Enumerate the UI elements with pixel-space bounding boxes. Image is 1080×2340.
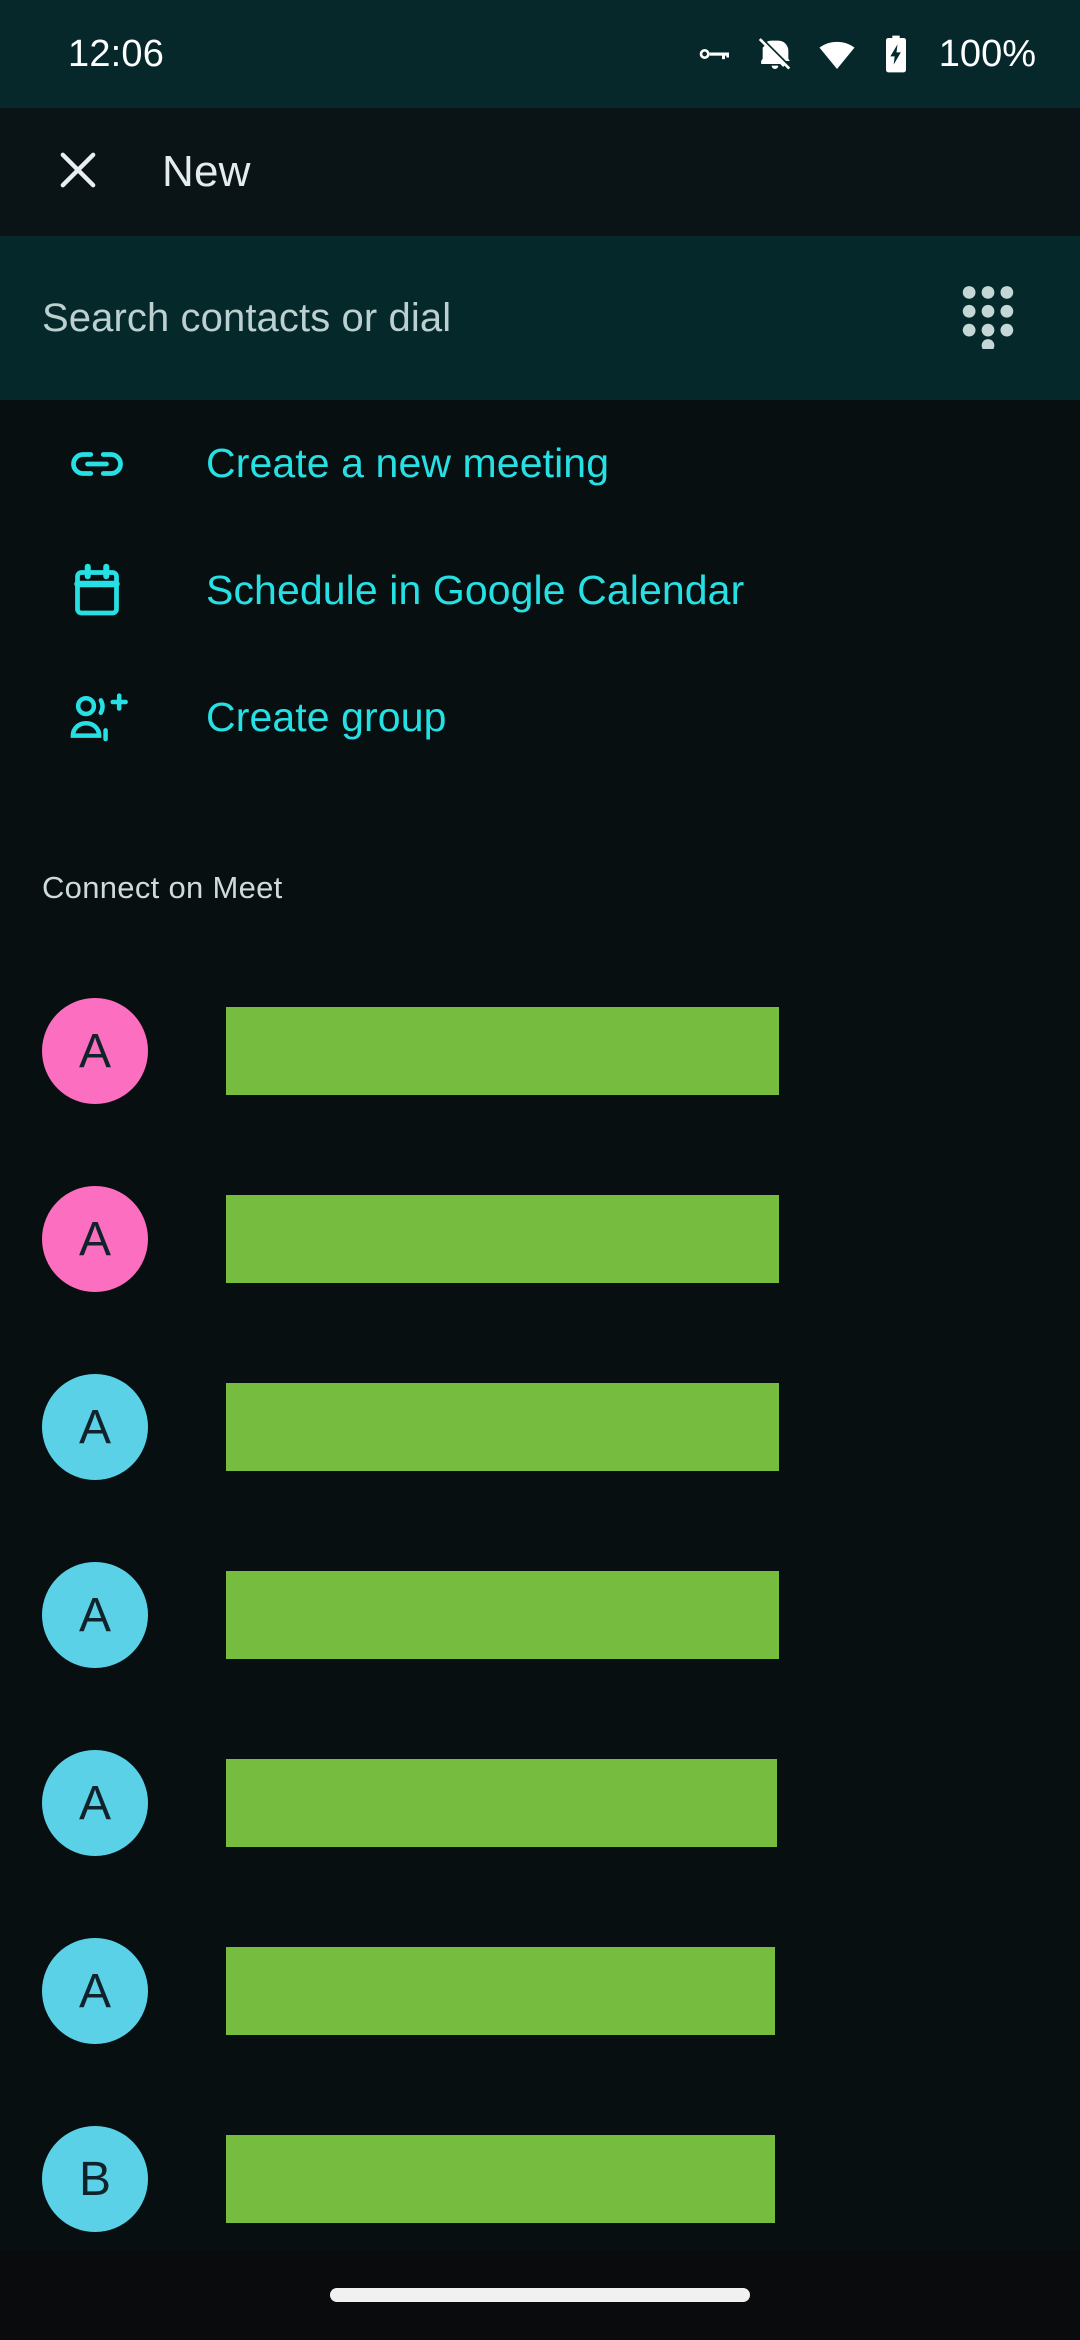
battery-charging-icon [879,34,913,74]
section-header-connect-on-meet: Connect on Meet [42,870,283,905]
avatar: A [42,1938,148,2044]
link-icon [66,433,128,495]
avatar: B [42,2126,148,2232]
wifi-icon [817,34,857,74]
home-gesture-pill[interactable] [330,2288,750,2302]
contact-list-item[interactable]: A [0,1521,1080,1709]
action-label: Create group [206,694,447,740]
contact-list-item[interactable]: A [0,1333,1080,1521]
search-input[interactable]: Search contacts or dial [42,296,451,341]
action-schedule-in-google-calendar[interactable]: Schedule in Google Calendar [0,527,1080,654]
avatar: A [42,998,148,1104]
app-screen: 12:06 100% New Search contacts or dial C… [0,0,1080,2340]
dialpad-button[interactable] [942,272,1034,364]
contact-list: A A A A A A B [0,957,1080,2273]
avatar: A [42,1562,148,1668]
action-create-group[interactable]: Create group [0,654,1080,781]
close-icon [52,144,104,201]
contact-name-redacted [226,1759,777,1847]
contact-name-redacted [226,1571,779,1659]
close-button[interactable] [36,130,120,214]
contact-name-redacted [226,1007,779,1095]
contact-list-item[interactable]: A [0,1145,1080,1333]
app-bar: New [0,108,1080,236]
notifications-off-icon [755,34,795,74]
group-add-icon [66,687,128,749]
avatar: A [42,1750,148,1856]
status-icons: 100% [693,33,1036,76]
avatar: A [42,1186,148,1292]
vpn-key-icon [693,34,733,74]
contact-name-redacted [226,2135,775,2223]
quick-actions-list: Create a new meeting Schedule in Google … [0,400,1080,781]
contact-name-redacted [226,1383,779,1471]
action-create-new-meeting[interactable]: Create a new meeting [0,400,1080,527]
status-bar: 12:06 100% [0,0,1080,108]
contact-name-redacted [226,1195,779,1283]
search-bar[interactable]: Search contacts or dial [0,236,1080,400]
calendar-icon [66,560,128,622]
contact-list-item[interactable]: B [0,2085,1080,2273]
page-title: New [162,147,251,196]
status-time: 12:06 [68,32,165,75]
dialpad-icon [957,283,1019,354]
contact-list-item[interactable]: A [0,957,1080,1145]
contact-name-redacted [226,1947,775,2035]
battery-percentage: 100% [938,32,1036,75]
action-label: Schedule in Google Calendar [206,567,745,613]
contact-list-item[interactable]: A [0,1897,1080,2085]
system-navigation-bar [0,2250,1080,2340]
action-label: Create a new meeting [206,440,610,486]
contact-list-item[interactable]: A [0,1709,1080,1897]
avatar: A [42,1374,148,1480]
